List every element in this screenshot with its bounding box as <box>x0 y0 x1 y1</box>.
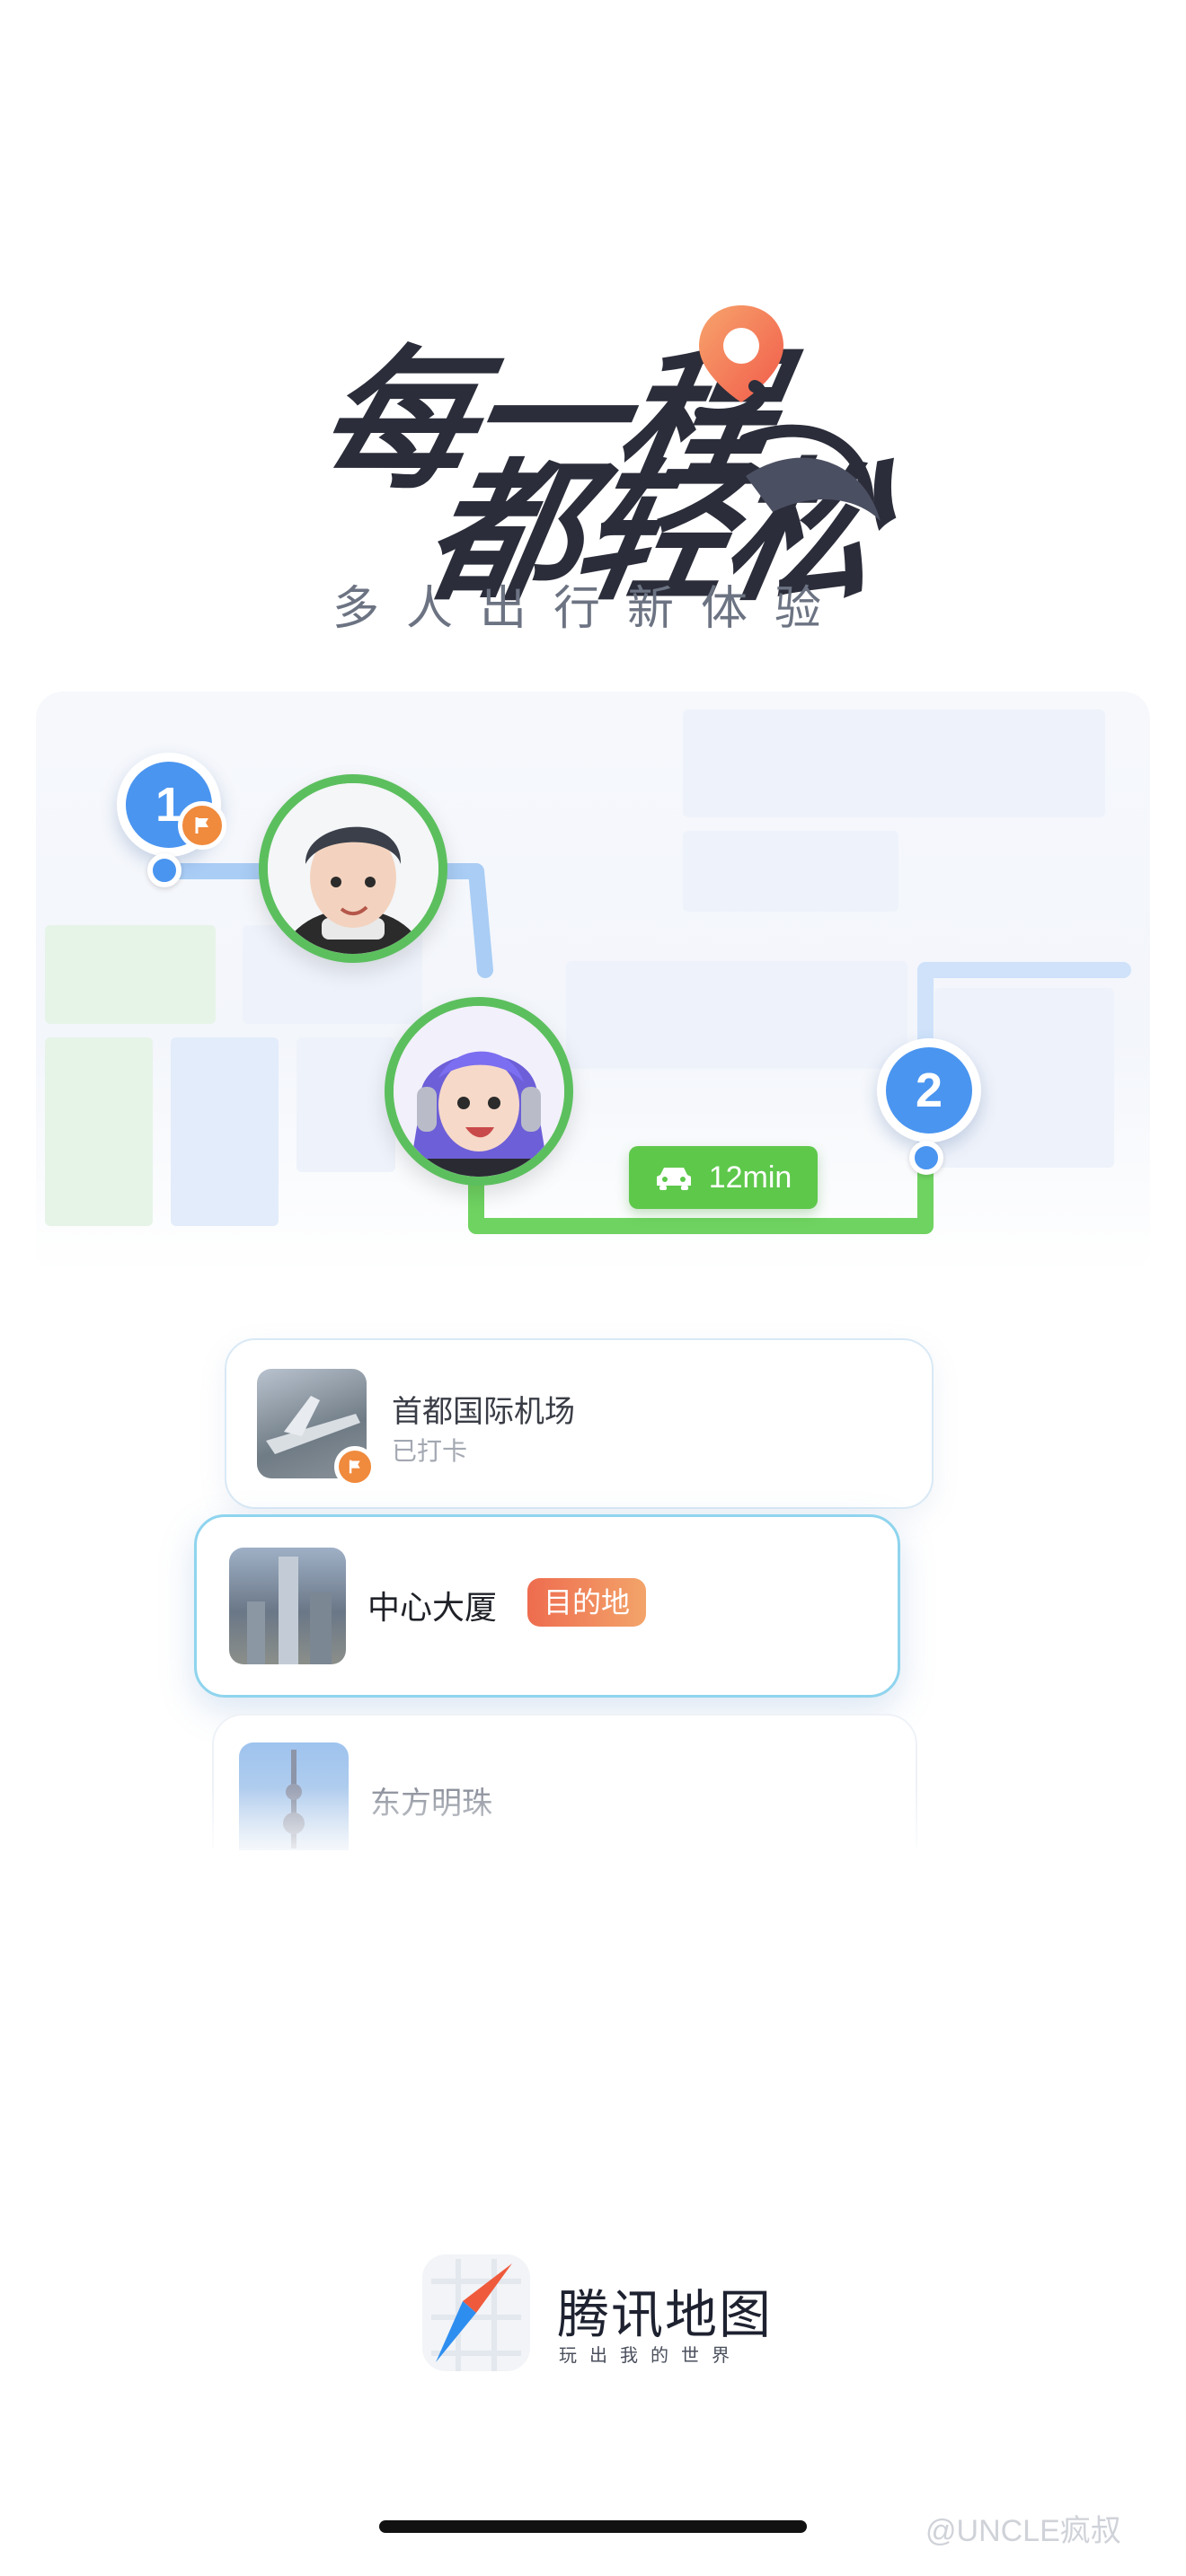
traveler-avatar-male[interactable] <box>259 774 447 963</box>
eta-badge: 12min <box>629 1146 818 1209</box>
stop-name: 首都国际机场 <box>392 1394 575 1430</box>
traveler-avatar-female[interactable] <box>385 997 573 1186</box>
tencent-maps-logo-icon <box>422 2254 530 2371</box>
list-fade <box>0 1787 1186 1868</box>
stop-card-destination[interactable]: 中心大厦 目的地 <box>194 1514 900 1698</box>
waypoint-marker-2[interactable]: 2 <box>877 1038 981 1142</box>
stop-status: 已打卡 <box>392 1436 468 1466</box>
eta-text: 12min <box>708 1160 792 1195</box>
waypoint-dot-1 <box>147 853 181 887</box>
brand-slogan: 玩出我的世界 <box>559 2344 742 2366</box>
destination-tag: 目的地 <box>527 1578 647 1627</box>
home-indicator[interactable] <box>379 2520 807 2533</box>
car-icon <box>656 1168 691 1190</box>
watermark: @UNCLE疯叔 <box>925 2514 1121 2548</box>
flag-icon <box>178 801 226 850</box>
brand-name: 腾讯地图 <box>557 2284 774 2345</box>
flag-icon <box>334 1446 376 1487</box>
route-lines <box>154 863 1131 1234</box>
stop-name: 中心大厦 <box>367 1590 498 1627</box>
stop-card-airport[interactable]: 首都国际机场 已打卡 <box>225 1338 934 1509</box>
waypoint-dot-2 <box>909 1141 943 1175</box>
tower-photo <box>229 1548 346 1664</box>
